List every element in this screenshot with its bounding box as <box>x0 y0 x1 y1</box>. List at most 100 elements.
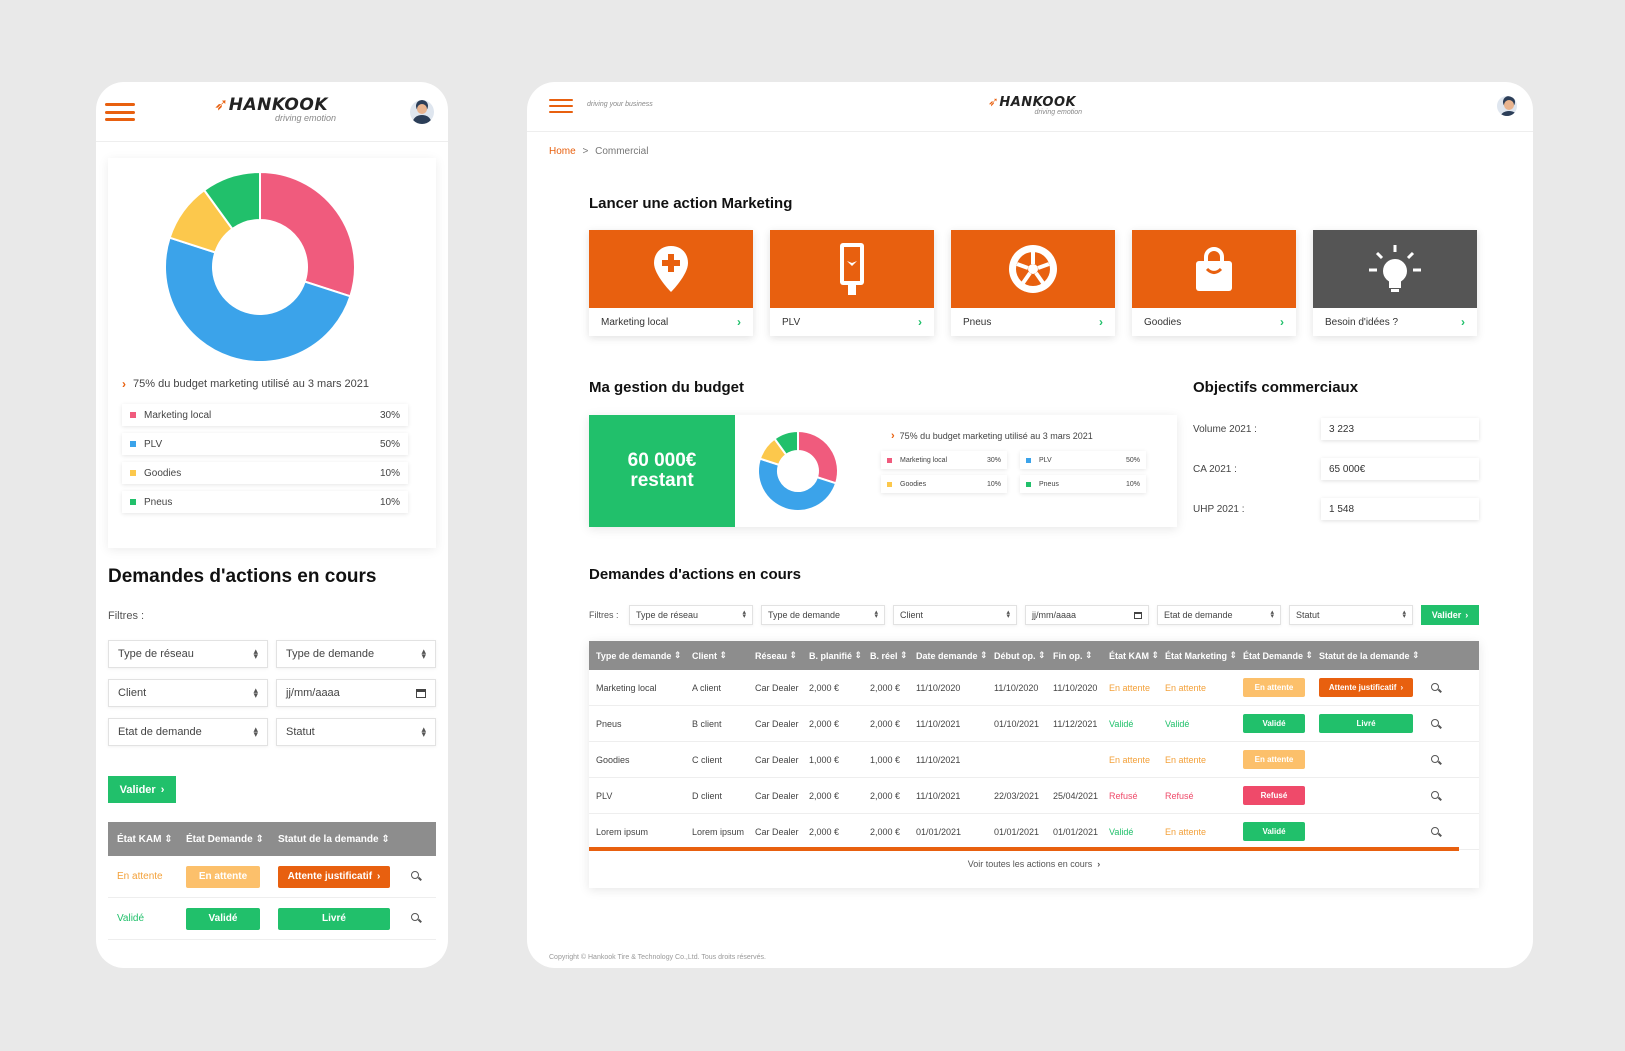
cell-fin: 11/10/2020 <box>1053 682 1098 693</box>
tile-plv-banner <box>770 230 934 308</box>
hankook-logo: ➶HANKOOK driving emotion <box>987 95 1082 116</box>
cell-breel: 1,000 € <box>870 754 901 765</box>
request-state-badge: Validé <box>186 907 260 930</box>
legend-label: Marketing local <box>144 409 212 421</box>
col-header-type[interactable]: Type de demande ⇕ <box>596 641 681 670</box>
tile-marketing-local[interactable]: Marketing local › <box>589 230 753 336</box>
hankook-logo: ➶HANKOOK driving emotion <box>213 95 336 123</box>
filter-request-state[interactable]: Etat de demande ▴ ▾ <box>1157 605 1281 625</box>
cell-etat: En attente <box>1243 742 1305 777</box>
zoom-icon[interactable] <box>411 913 421 923</box>
filter-request-type[interactable]: Type de demande ▴ ▾ <box>276 640 436 668</box>
table-header: Type de demande ⇕ Client ⇕ Réseau ⇕ B. plan… <box>589 641 1479 670</box>
cell-type: Lorem ipsum <box>596 826 649 837</box>
validate-button[interactable]: Valider › <box>1421 605 1479 625</box>
tile-plv[interactable]: PLV › <box>770 230 934 336</box>
cell-reseau: Car Dealer <box>755 754 799 765</box>
col-header-debut[interactable]: Début op. ⇕ <box>994 641 1046 670</box>
cell-client: Lorem ipsum <box>692 826 745 837</box>
table-header: État KAM ⇕ État Demande ⇕ Statut de la d… <box>108 822 436 856</box>
request-state-badge: Refusé <box>1243 786 1305 805</box>
col-header-etat[interactable]: État Demande ⇕ <box>1243 641 1313 670</box>
tile-goodies[interactable]: Goodies › <box>1132 230 1296 336</box>
tile-label: PLV <box>782 317 801 328</box>
breadcrumb-current: Commercial <box>595 146 649 157</box>
cell-fin: 11/12/2021 <box>1053 718 1098 729</box>
horizontal-scrollbar[interactable] <box>589 847 1459 851</box>
menu-icon[interactable] <box>105 103 135 121</box>
objective-uhp-field[interactable]: 1 548 <box>1321 498 1479 520</box>
filter-status[interactable]: Statut ▴ ▾ <box>276 718 436 746</box>
filter-client[interactable]: Client ▴ ▾ <box>108 679 268 707</box>
col-header-request-status[interactable]: Statut de la demande ⇕ <box>278 834 390 845</box>
legend-item: Pneus 10% <box>122 491 408 513</box>
cell-reseau: Car Dealer <box>755 790 799 801</box>
see-all-link[interactable]: Voir toutes les actions en cours › <box>589 859 1479 869</box>
user-avatar[interactable] <box>410 100 434 124</box>
menu-icon[interactable] <box>549 99 573 113</box>
cell-bplan: 2,000 € <box>809 826 840 837</box>
cell-kam: En attente <box>1109 682 1151 693</box>
zoom-icon[interactable] <box>411 871 421 881</box>
request-state-badge: En attente <box>186 865 260 888</box>
mobile-requests-table: État KAM ⇕ État Demande ⇕ Statut de la d… <box>108 822 436 940</box>
filter-client[interactable]: Client ▴ ▾ <box>893 605 1017 625</box>
cell-breel: 2,000 € <box>870 682 901 693</box>
filter-date[interactable]: jj/mm/aaaa <box>1025 605 1149 625</box>
table-row: Marketing local A client Car Dealer 2,000 €… <box>589 670 1479 706</box>
col-header-breel[interactable]: B. réel ⇕ <box>870 641 908 670</box>
filter-request-type[interactable]: Type de demande ▴ ▾ <box>761 605 885 625</box>
legend-swatch <box>887 457 892 463</box>
request-status-button[interactable]: Attente justificatif › <box>1319 678 1413 697</box>
filter-request-state[interactable]: Etat de demande ▴ ▾ <box>108 718 268 746</box>
request-status-badge: Livré <box>278 907 390 930</box>
objective-label-ca: CA 2021 : <box>1193 464 1237 475</box>
filter-network-type[interactable]: Type de réseau ▴ ▾ <box>108 640 268 668</box>
mobile-header: ➶HANKOOK driving emotion <box>96 82 448 142</box>
tile-ideas[interactable]: Besoin d'idées ? › <box>1313 230 1477 336</box>
col-header-marketing[interactable]: État Marketing ⇕ <box>1165 641 1237 670</box>
desktop-header: driving your business ➶HANKOOK driving e… <box>527 82 1533 132</box>
legend-item: Marketing local 30% <box>122 404 408 426</box>
legend-swatch <box>130 470 136 476</box>
request-state-badge: En attente <box>1243 750 1305 769</box>
tile-pneus[interactable]: Pneus › <box>951 230 1115 336</box>
legend-item: Goodies 10% <box>881 475 1007 493</box>
col-header-fin[interactable]: Fin op. ⇕ <box>1053 641 1093 670</box>
validate-button[interactable]: Valider › <box>108 776 176 803</box>
col-header-client[interactable]: Client ⇕ <box>692 641 727 670</box>
legend-label: Goodies <box>144 467 182 479</box>
legend-label: Goodies <box>900 480 927 488</box>
objective-volume-field[interactable]: 3 223 <box>1321 418 1479 440</box>
request-state-badge: Validé <box>1243 822 1305 841</box>
col-header-kam[interactable]: État KAM ⇕ <box>1109 641 1159 670</box>
budget-donut-chart-small <box>757 429 839 512</box>
cell-date: 11/10/2021 <box>916 718 961 729</box>
legend-value: 10% <box>379 467 400 479</box>
request-state-badge: En attente <box>1243 678 1305 697</box>
tile-marketing-local-banner <box>589 230 753 308</box>
request-status-badge: Livré <box>1319 714 1413 733</box>
col-header-statut[interactable]: Statut de la demande ⇕ <box>1319 641 1420 670</box>
table-row: Lorem ipsum Lorem ipsum Car Dealer 2,000 € 2… <box>589 814 1479 850</box>
filter-date[interactable]: jj/mm/aaaa <box>276 679 436 707</box>
col-header-request-state[interactable]: État Demande ⇕ <box>186 834 264 845</box>
user-avatar[interactable] <box>1497 96 1517 116</box>
filter-status[interactable]: Statut ▴ ▾ <box>1289 605 1413 625</box>
zoom-icon[interactable] <box>1431 827 1441 862</box>
col-header-bplan[interactable]: B. planifié ⇕ <box>809 641 862 670</box>
col-header-kam[interactable]: État KAM ⇕ <box>117 834 173 845</box>
table-row: PLV D client Car Dealer 2,000 € 2,000 € 11/10… <box>589 778 1479 814</box>
objective-ca-field[interactable]: 65 000€ <box>1321 458 1479 480</box>
request-status-button[interactable]: Attente justificatif › <box>278 865 390 888</box>
chevron-right-icon: › <box>737 315 741 329</box>
col-header-date[interactable]: Date demande ⇕ <box>916 641 988 670</box>
breadcrumb-home-link[interactable]: Home <box>549 146 576 157</box>
col-header-reseau[interactable]: Réseau ⇕ <box>755 641 797 670</box>
calendar-icon <box>416 688 426 698</box>
display-stand-icon <box>840 243 864 295</box>
filter-network-type[interactable]: Type de réseau ▴ ▾ <box>629 605 753 625</box>
legend-label: PLV <box>1039 456 1052 464</box>
tile-label: Goodies <box>1144 317 1182 328</box>
table-row: Validé Validé Livré <box>108 898 436 940</box>
